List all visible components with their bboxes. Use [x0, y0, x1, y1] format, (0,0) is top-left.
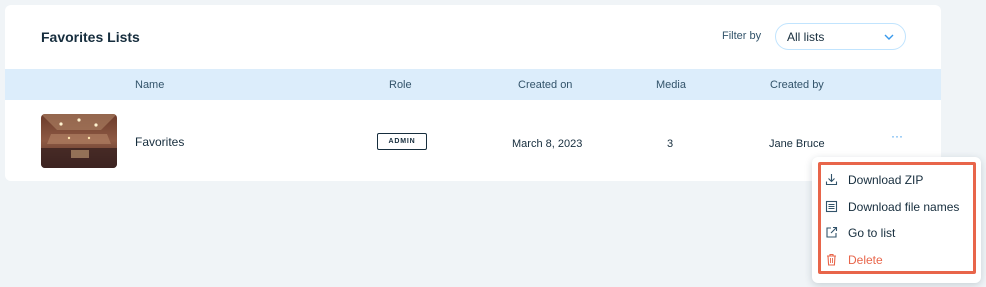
created-by-value: Jane Bruce [769, 138, 825, 150]
favorites-lists-card: Favorites Lists Filter by All lists Name… [5, 5, 941, 181]
column-header-role: Role [389, 79, 412, 91]
more-actions-button[interactable]: ··· [890, 130, 904, 143]
role-badge: ADMIN [377, 133, 427, 150]
media-count: 3 [667, 138, 674, 150]
menu-item-label: Download ZIP [848, 173, 924, 187]
chevron-down-icon [884, 34, 894, 40]
list-icon [825, 200, 838, 213]
column-header-created-on: Created on [518, 79, 573, 91]
menu-item-label: Download file names [848, 200, 960, 214]
created-on-value: March 8, 2023 [512, 138, 583, 150]
menu-item-label: Delete [848, 253, 883, 267]
filter-label: Filter by [722, 30, 762, 42]
column-header-name: Name [135, 79, 165, 91]
column-header-media: Media [656, 79, 686, 91]
row-actions-menu: Download ZIP Download file names Go to l… [812, 157, 981, 283]
menu-item-label: Go to list [848, 226, 896, 240]
table-header: Name Role Created on Media Created by [5, 69, 941, 100]
trash-icon [827, 253, 836, 266]
table-row[interactable]: Favorites ADMIN March 8, 2023 3 Jane Bru… [5, 100, 941, 181]
download-icon [825, 174, 838, 186]
list-name[interactable]: Favorites [135, 135, 184, 149]
filter-selected-value: All lists [787, 30, 825, 44]
external-link-icon [826, 226, 838, 238]
filter-dropdown[interactable]: All lists [775, 23, 906, 50]
column-header-created-by: Created by [770, 79, 824, 91]
page-title: Favorites Lists [41, 29, 140, 45]
list-thumbnail [41, 114, 117, 168]
